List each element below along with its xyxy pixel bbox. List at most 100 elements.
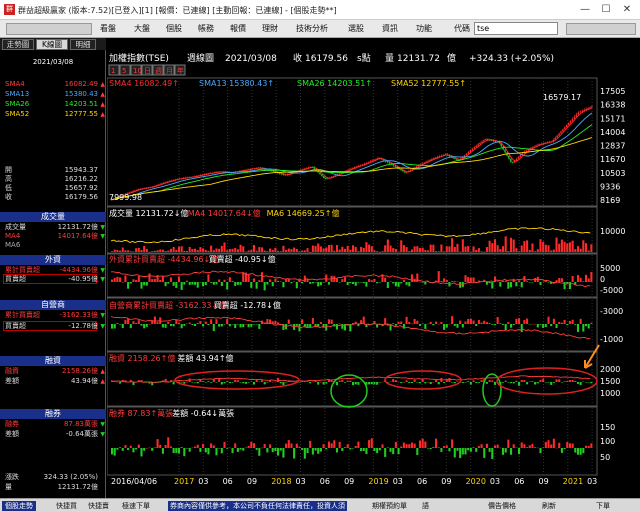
indicator-bar xyxy=(518,251,521,252)
minimize-button[interactable]: — xyxy=(576,2,594,17)
indicator-bar xyxy=(322,282,325,283)
indicator-bar xyxy=(584,243,588,252)
indicator-bar xyxy=(298,382,301,383)
down-arrow-icon: ▼ xyxy=(100,323,105,330)
quick-buy-button[interactable]: 快捷買 xyxy=(56,501,77,511)
code-input[interactable]: tse xyxy=(474,22,558,35)
indicator-bar xyxy=(560,239,563,252)
indicator-bar xyxy=(234,324,237,328)
indicator-bar xyxy=(480,322,483,324)
menu-account[interactable]: 帳務 xyxy=(198,23,214,34)
indicator-bar xyxy=(574,324,577,325)
indicator-bar xyxy=(437,382,440,385)
indicator-bar xyxy=(234,282,237,286)
tab-kline[interactable]: K線圖 xyxy=(36,39,68,50)
menu-market[interactable]: 大盤 xyxy=(134,23,150,34)
indicator-bar xyxy=(349,448,352,450)
menu-finance[interactable]: 理財 xyxy=(262,23,278,34)
preorder-button[interactable]: 期權預約單 xyxy=(372,501,407,511)
indicator-bar xyxy=(437,323,440,325)
candle-body xyxy=(519,155,522,158)
indicator-bar xyxy=(576,246,580,252)
indicator-bar xyxy=(207,274,210,282)
indicator-bar xyxy=(266,448,269,453)
legend-entry: SMA52 12777.55↑ xyxy=(391,79,466,88)
indicator-bar xyxy=(322,382,325,385)
indicator-bar xyxy=(145,282,148,286)
indicator-bar xyxy=(335,245,339,252)
indicator-bar xyxy=(528,445,531,448)
close-button[interactable]: ✕ xyxy=(618,2,636,17)
indicator-bar xyxy=(456,243,459,252)
indicator-bar xyxy=(408,444,411,448)
candle-body xyxy=(579,111,581,113)
indicator-bar xyxy=(236,380,239,382)
indicator-bar xyxy=(338,441,341,448)
indicator-bar xyxy=(252,244,255,252)
indicator-bar xyxy=(555,379,558,382)
indicator-bar xyxy=(368,244,371,252)
price-tick: 8169 xyxy=(600,196,620,205)
menu-watch[interactable]: 看盤 xyxy=(100,23,116,34)
maximize-button[interactable]: ☐ xyxy=(597,2,615,17)
toolbar-right-icons[interactable] xyxy=(566,23,636,35)
down-arrow-icon: ▼ xyxy=(100,233,105,240)
tab-detail[interactable]: 明細 xyxy=(70,39,96,50)
order-button[interactable]: 下單 xyxy=(596,501,610,511)
indicator-bar xyxy=(258,280,261,282)
indicator-bar xyxy=(552,249,555,252)
indicator-bar xyxy=(534,382,537,385)
indicator-bar xyxy=(285,382,288,383)
indicator-bar xyxy=(563,381,566,382)
indicator-bar xyxy=(550,324,553,327)
quick-sell-button[interactable]: 快捷賣 xyxy=(88,501,109,511)
indicator-bar xyxy=(298,446,301,448)
refresh-button[interactable]: 刷新 xyxy=(542,501,556,511)
indicator-bar xyxy=(443,278,446,282)
menu-function[interactable]: 功能 xyxy=(416,23,432,34)
menu-quote[interactable]: 報價 xyxy=(230,23,246,34)
indicator-bar xyxy=(349,249,352,252)
indicator-bar xyxy=(501,324,505,325)
indicator-bar xyxy=(547,316,550,324)
indicator-bar xyxy=(293,324,296,330)
indicator-bar xyxy=(242,324,245,328)
margin-header: 融資 xyxy=(0,356,106,366)
indicator-bar xyxy=(512,444,515,448)
indicator-bar xyxy=(285,443,288,448)
indicator-bar xyxy=(584,324,588,327)
indicator-bar xyxy=(204,282,207,286)
indicator-bar xyxy=(215,248,218,252)
price-alert-button[interactable]: 價告價格 xyxy=(488,501,516,511)
menu-info[interactable]: 資訊 xyxy=(382,23,398,34)
indicator-bar xyxy=(469,448,472,452)
indicator-bar xyxy=(159,249,162,252)
indicator-bar xyxy=(418,382,422,384)
bottom-tab-stock-trend[interactable]: 個股走勢 xyxy=(2,501,36,511)
menu-screener[interactable]: 選股 xyxy=(348,23,364,34)
short-label: 融券 xyxy=(5,420,19,428)
tab-intraday[interactable]: 走勢圖 xyxy=(2,39,34,50)
indicator-bar xyxy=(515,380,518,382)
indicator-bar xyxy=(293,281,296,283)
indicator-bar xyxy=(177,322,181,324)
indicator-bar xyxy=(282,245,285,252)
indicator-bar xyxy=(306,381,309,382)
language-button[interactable]: 語 xyxy=(422,501,429,511)
panel-axis-tick: 0 xyxy=(600,275,605,284)
menu-stock[interactable]: 個股 xyxy=(166,23,182,34)
indicator-bar xyxy=(582,240,585,252)
menu-technical[interactable]: 技術分析 xyxy=(296,23,328,34)
low-label: 低 xyxy=(5,184,12,192)
indicator-bar xyxy=(477,320,480,324)
indicator-bar xyxy=(231,324,234,325)
indicator-bar xyxy=(536,324,539,328)
kline-chart[interactable]: 加權指數(TSE) 週線圖 2021/03/08 收 16179.56 s點 量… xyxy=(107,50,640,498)
indicator-bar xyxy=(550,250,553,252)
time-tick: 2019 xyxy=(368,477,388,486)
indicator-bar xyxy=(161,249,164,252)
indicator-bar xyxy=(145,447,148,449)
indicator-bar xyxy=(488,282,491,284)
toolbar-icons[interactable] xyxy=(6,23,92,35)
fast-order-button[interactable]: 極速下單 xyxy=(122,501,150,511)
